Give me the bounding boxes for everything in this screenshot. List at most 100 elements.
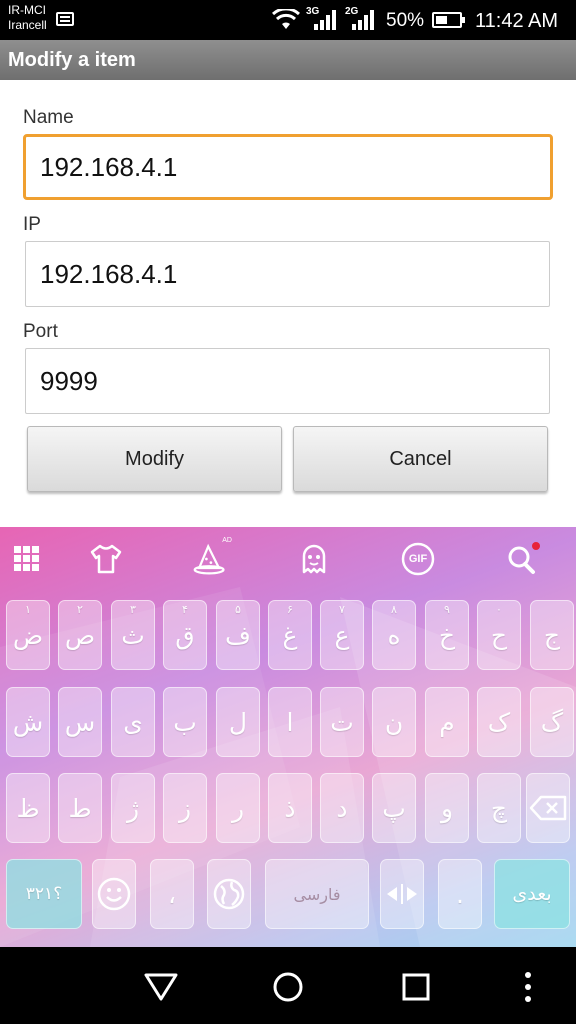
key-char: و [440,793,454,823]
key-row3-5[interactable]: ذ [268,773,312,843]
key-row3-0[interactable]: ظ [6,773,50,843]
key-row1-1[interactable]: ص۲ [58,600,102,670]
key-char: ع [334,620,350,650]
carrier-line2: Irancell [8,18,47,32]
key-row1-7[interactable]: ه۸ [372,600,416,670]
port-input[interactable] [26,349,549,413]
backspace-icon [529,795,567,821]
key-row2-3[interactable]: ب [163,687,207,757]
cursor-arrows-icon [387,884,417,904]
period-key[interactable]: . [438,859,482,929]
key-char: ض [12,620,44,650]
globe-icon [213,878,245,910]
key-char: چ [490,793,508,823]
key-char: ه [387,620,401,650]
numbers-key[interactable]: ؟۳۲۱ [6,859,82,929]
key-char: ب [173,707,197,737]
key-row1-2[interactable]: ث۳ [111,600,155,670]
keyboard-notification-icon [56,12,74,26]
key-row2-4[interactable]: ل [216,687,260,757]
name-input[interactable] [26,137,550,197]
key-row3-3[interactable]: ز [163,773,207,843]
key-row1-9[interactable]: ح۰ [477,600,521,670]
key-char: خ [438,620,456,650]
language-globe-key[interactable] [207,859,251,929]
key-char: غ [282,620,298,650]
emoji-key[interactable] [92,859,136,929]
key-row1-5[interactable]: غ۶ [268,600,312,670]
ip-label: IP [23,214,41,235]
key-row2-0[interactable]: ش [6,687,50,757]
ip-input[interactable] [26,242,549,306]
page-title: Modify a item [8,49,136,71]
title-bar: Modify a item [0,40,576,80]
ad-badge: AD [222,537,232,544]
key-row2-7[interactable]: ن [372,687,416,757]
key-row3-8[interactable]: و [425,773,469,843]
key-row1-10[interactable]: ج [530,600,574,670]
key-char: ر [231,793,245,823]
key-number-hint: ۵ [235,603,241,616]
tshirt-theme-icon[interactable] [88,541,124,577]
space-key[interactable]: فارسی [265,859,369,929]
key-char: ذ [284,793,296,823]
key-row1-3[interactable]: ق۴ [163,600,207,670]
ip-field[interactable] [25,241,550,307]
wizard-hat-ad-icon[interactable]: AD [192,537,232,577]
key-char: ژ [126,793,140,823]
key-row3-6[interactable]: د [320,773,364,843]
cursor-move-key[interactable] [380,859,424,929]
key-row1-4[interactable]: ف۵ [216,600,260,670]
ghost-sticker-icon[interactable] [296,541,332,577]
key-row1-0[interactable]: ض۱ [6,600,50,670]
key-number-hint: ۷ [339,603,345,616]
key-number-hint: ۲ [77,603,83,616]
keyboard: AD GIF ض۱ص۲ث۳ق۴ف۵غ۶ع۷ه۸خ۹ح۰جشسیبلاتنمکگظ… [0,527,576,947]
key-row3-1[interactable]: ط [58,773,102,843]
key-row3-2[interactable]: ژ [111,773,155,843]
port-field[interactable] [25,348,550,414]
key-char: پ [382,793,406,823]
cancel-button[interactable]: Cancel [293,426,548,492]
gif-icon[interactable]: GIF [400,541,436,577]
key-char: ی [123,707,143,737]
key-row2-1[interactable]: س [58,687,102,757]
signal-strength-icon [314,10,336,30]
key-row2-2[interactable]: ی [111,687,155,757]
recents-square-icon[interactable] [398,969,434,1005]
carrier-label: IR-MCI Irancell [8,3,47,33]
key-row2-10[interactable]: گ [530,687,574,757]
key-number-hint: ۴ [182,603,188,616]
key-row2-8[interactable]: م [425,687,469,757]
name-field[interactable] [23,134,553,200]
key-row2-5[interactable]: ا [268,687,312,757]
key-char: ت [330,707,354,737]
key-row3-9[interactable]: چ [477,773,521,843]
wifi-icon [272,9,300,29]
key-char: ش [12,707,44,737]
back-triangle-icon[interactable] [143,969,179,1005]
key-row1-8[interactable]: خ۹ [425,600,469,670]
next-key[interactable]: بعدی [494,859,570,929]
key-char: ز [178,793,192,823]
home-circle-icon[interactable] [270,969,306,1005]
modify-button[interactable]: Modify [27,426,282,492]
comma-key[interactable]: ، [150,859,194,929]
overflow-menu-icon[interactable] [510,969,546,1005]
notification-dot [532,542,540,550]
key-number-hint: ۰ [496,603,502,616]
key-char: ج [543,620,561,650]
key-number-hint: ۱ [25,603,31,616]
key-number-hint: ۶ [287,603,293,616]
backspace-key[interactable] [526,773,570,843]
key-char: س [64,707,96,737]
key-row2-9[interactable]: ک [477,687,521,757]
key-row3-7[interactable]: پ [372,773,416,843]
key-row1-6[interactable]: ع۷ [320,600,364,670]
grid-menu-icon[interactable] [9,541,45,577]
key-char: گ [540,707,564,737]
key-row2-6[interactable]: ت [320,687,364,757]
key-char: د [336,793,348,823]
key-row3-4[interactable]: ر [216,773,260,843]
search-icon[interactable] [505,541,541,577]
